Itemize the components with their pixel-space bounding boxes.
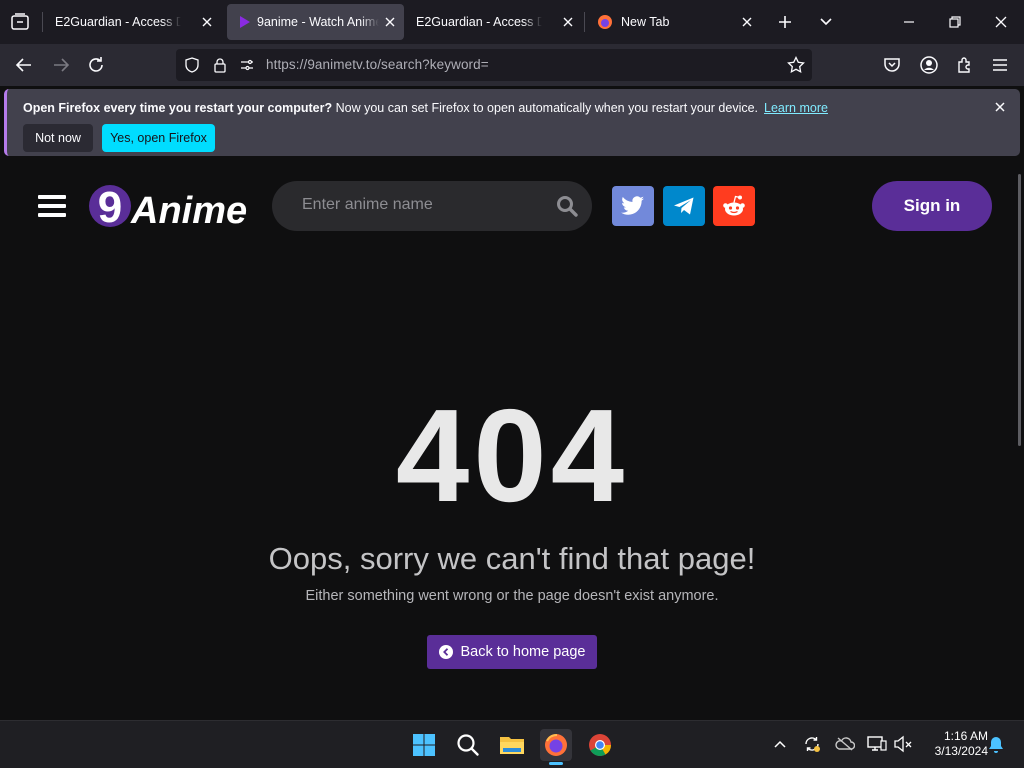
tab-9anime[interactable]: 9anime - Watch Anime Online [227,4,404,40]
twitter-button[interactable] [612,186,654,226]
permissions-icon[interactable] [239,57,255,73]
windows-taskbar: 1:16 AM 3/13/2024 [0,720,1024,768]
error-subtitle: Either something went wrong or the page … [305,588,719,604]
show-hidden-icons-chevron-icon[interactable] [773,738,787,750]
restore-icon[interactable] [946,13,964,31]
pocket-icon[interactable] [882,55,902,75]
tab-title: E2Guardian - Access Denied [416,15,542,29]
notification-bell-icon[interactable] [988,736,1004,754]
notification-body-text: Now you can set Firefox to open automati… [332,101,759,115]
notification-bold-text: Open Firefox every time you restart your… [23,101,333,115]
navigation-toolbar: https://9animetv.to/search?keyword= [0,44,1024,86]
error-title: Oops, sorry we can't find that page! [268,541,756,576]
tracking-protection-shield-icon[interactable] [184,57,200,73]
onedrive-cloud-icon[interactable] [835,736,855,752]
logo-digit: 9 [98,184,122,232]
clock-time: 1:16 AM [943,729,988,743]
tab-strip: E2Guardian - Access Denied 9anime - Watc… [0,0,1024,44]
file-explorer-icon[interactable] [496,729,528,761]
list-all-tabs-chevron-icon[interactable] [817,13,835,31]
close-tab-icon[interactable] [199,14,215,30]
bookmark-star-icon[interactable] [787,56,805,74]
clock-date: 3/13/2024 [934,744,988,758]
web-page: 9 Anime Enter anime name Sign in 404 Oop… [0,160,1024,720]
system-clock[interactable]: 1:16 AM 3/13/2024 [918,729,988,759]
back-to-home-label: Back to home page [460,644,586,660]
reddit-button[interactable] [713,186,755,226]
close-notification-icon[interactable] [993,100,1007,114]
9anime-logo-icon: 9 Anime [89,184,247,232]
9anime-favicon-icon [237,14,253,30]
extensions-puzzle-icon[interactable] [955,55,975,75]
hamburger-menu-icon[interactable] [991,55,1009,75]
learn-more-link[interactable]: Learn more [764,101,828,115]
account-icon[interactable] [919,55,939,75]
firefox-view-icon[interactable] [10,13,30,31]
twitter-icon [621,196,644,215]
search-placeholder: Enter anime name [302,196,433,213]
notification-message: Open Firefox every time you restart your… [23,101,828,115]
close-tab-icon[interactable] [560,14,576,30]
chrome-taskbar-icon[interactable] [584,729,616,761]
tab-e2guardian-1[interactable]: E2Guardian - Access Denied [43,4,221,40]
yes-open-firefox-button[interactable]: Yes, open Firefox [102,124,215,152]
not-now-button[interactable]: Not now [23,124,93,152]
chevron-left-circle-icon [438,645,453,659]
close-window-icon[interactable] [992,13,1010,31]
sign-in-button[interactable]: Sign in [872,181,992,231]
lock-icon[interactable] [212,57,228,73]
volume-muted-icon[interactable] [893,735,913,753]
close-tab-icon[interactable] [739,14,755,30]
minimize-icon[interactable] [900,13,918,31]
search-icon[interactable] [556,195,578,217]
search-taskbar-icon[interactable] [452,729,484,761]
back-to-home-button[interactable]: Back to home page [427,635,597,669]
9anime-logo[interactable]: 9 Anime [88,184,264,232]
firefox-notification-bar: Open Firefox every time you restart your… [4,89,1020,156]
logo-word: Anime [130,190,247,232]
page-scrollbar[interactable] [1018,174,1021,446]
network-icon[interactable] [867,735,887,753]
tab-title: New Tab [621,15,670,29]
url-text: https://9animetv.to/search?keyword= [266,57,489,72]
reddit-icon [723,195,745,216]
anime-search-box[interactable]: Enter anime name [272,181,592,231]
address-bar[interactable]: https://9animetv.to/search?keyword= [176,49,812,81]
close-tab-icon[interactable] [382,14,398,30]
reload-icon[interactable] [86,55,106,75]
error-code: 404 [395,382,629,529]
tab-title: E2Guardian - Access Denied [55,15,181,29]
sync-icon[interactable] [803,735,821,753]
firefox-taskbar-icon[interactable] [540,729,572,761]
site-menu-hamburger-icon[interactable] [38,194,66,218]
tab-new-tab[interactable]: New Tab [585,4,765,40]
windows-start-icon[interactable] [408,729,440,761]
firefox-favicon-icon [597,14,613,30]
telegram-button[interactable] [663,186,705,226]
new-tab-plus-icon[interactable] [776,13,794,31]
back-arrow-icon[interactable] [14,55,34,75]
active-app-indicator [549,762,563,765]
telegram-icon [674,197,694,215]
tab-e2guardian-2[interactable]: E2Guardian - Access Denied [404,4,582,40]
tab-title: 9anime - Watch Anime Online [257,15,379,29]
forward-arrow-icon[interactable] [51,55,71,75]
